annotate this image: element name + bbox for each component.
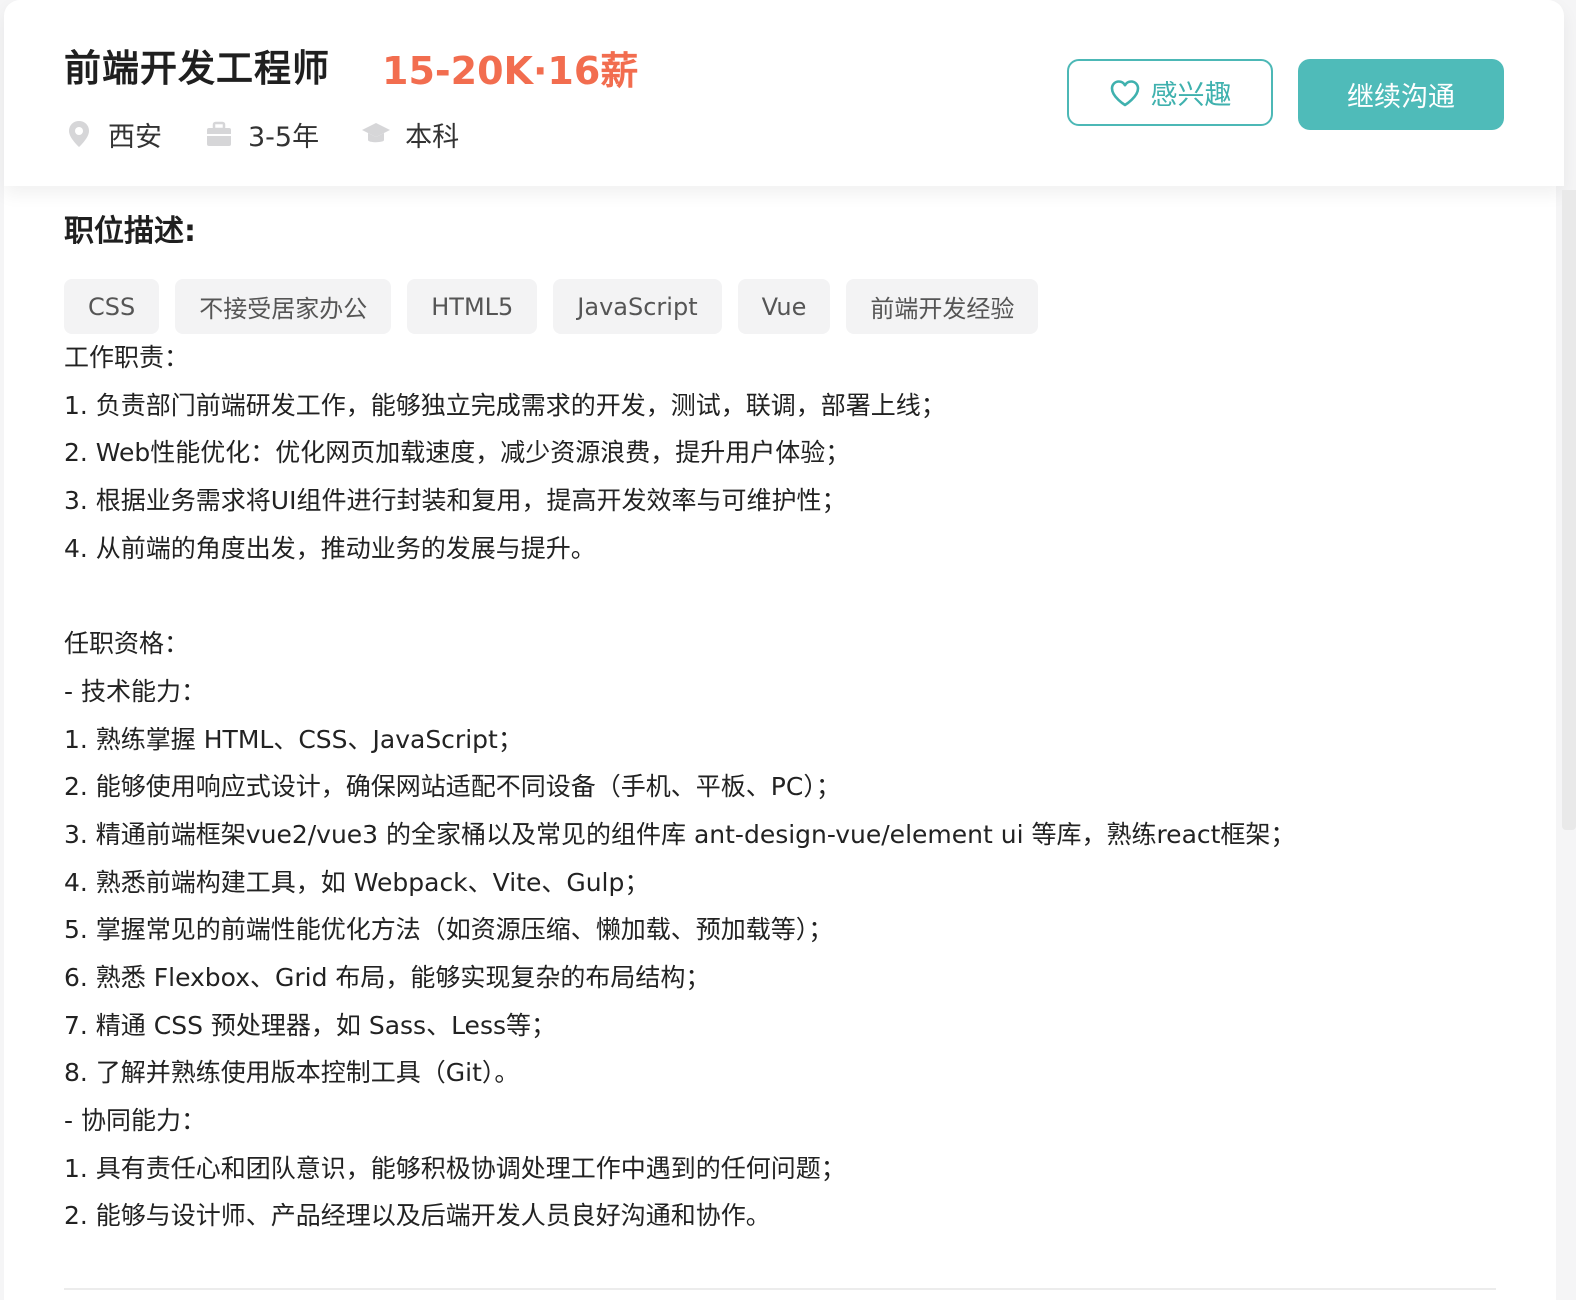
section-title: 职位描述: <box>64 214 196 249</box>
graduation-cap-icon <box>362 123 391 143</box>
interest-button[interactable]: 感兴趣 <box>1067 59 1273 126</box>
skill-tag: Vue <box>737 279 831 334</box>
skill-tag: CSS <box>64 279 160 334</box>
skill-tags: CSS 不接受居家办公 HTML5 JavaScript Vue 前端开发经验 <box>64 279 1054 334</box>
job-title: 前端开发工程师 <box>64 47 330 90</box>
divider <box>64 1288 1496 1290</box>
description-line: 2. 能够与设计师、产品经理以及后端开发人员良好沟通和协作。 <box>64 1201 771 1231</box>
briefcase-icon <box>207 121 231 146</box>
description-line <box>64 572 1544 620</box>
description-line: 任职资格： <box>64 629 190 659</box>
description-line: 5. 掌握常见的前端性能优化方法（如资源压缩、懒加载、预加载等）； <box>64 915 834 945</box>
description-text: 工作职责： 1. 负责部门前端研发工作，能够独立完成需求的开发，测试，联调，部署… <box>64 334 1544 1240</box>
description-line: 4. 从前端的角度出发，推动业务的发展与提升。 <box>64 533 596 563</box>
job-meta: 西安 3-5年 本科 <box>64 114 501 154</box>
job-header: 前端开发工程师 15-20K·16薪 西安 3-5年 本科 感兴趣 继续沟通 <box>4 0 1564 186</box>
continue-chat-button[interactable]: 继续沟通 <box>1298 59 1504 130</box>
description-line: 2. 能够使用响应式设计，确保网站适配不同设备（手机、平板、PC）； <box>64 772 841 802</box>
description-line: 1. 负责部门前端研发工作，能够独立完成需求的开发，测试，联调，部署上线； <box>64 390 946 420</box>
description-line: 7. 精通 CSS 预处理器，如 Sass、Less等； <box>64 1010 556 1040</box>
description-line: 1. 熟练掌握 HTML、CSS、JavaScript； <box>64 724 523 754</box>
education-text: 本科 <box>405 121 460 153</box>
heart-icon <box>1110 79 1139 106</box>
job-description-section: 职位描述: CSS 不接受居家办公 HTML5 JavaScript Vue 前… <box>4 186 1556 1300</box>
skill-tag: 不接受居家办公 <box>175 279 392 334</box>
description-line: 1. 具有责任心和团队意识，能够积极协调处理工作中遇到的任何问题； <box>64 1153 846 1183</box>
description-line: - 协同能力： <box>64 1106 206 1135</box>
skill-tag: 前端开发经验 <box>846 279 1039 334</box>
description-line: 6. 熟悉 Flexbox、Grid 布局，能够实现复杂的布局结构； <box>64 962 711 992</box>
job-detail-page: 前端开发工程师 15-20K·16薪 西安 3-5年 本科 感兴趣 继续沟通 职… <box>0 0 1576 1300</box>
meta-education: 本科 <box>361 115 459 154</box>
description-line: 2. Web性能优化：优化网页加载速度，减少资源浪费，提升用户体验； <box>64 438 851 468</box>
skill-tag: JavaScript <box>553 279 722 334</box>
continue-chat-label: 继续沟通 <box>1347 82 1455 113</box>
description-line: - 技术能力： <box>64 676 206 706</box>
location-text: 西安 <box>108 121 162 153</box>
meta-location: 西安 <box>64 115 162 154</box>
description-line: 工作职责： <box>64 343 190 372</box>
location-pin-icon <box>69 121 89 147</box>
experience-text: 3-5年 <box>248 121 320 153</box>
salary: 15-20K·16薪 <box>382 49 639 93</box>
skill-tag: HTML5 <box>407 279 538 334</box>
interest-label: 感兴趣 <box>1150 80 1232 111</box>
description-line: 3. 根据业务需求将UI组件进行封装和复用，提高开发效率与可维护性； <box>64 486 847 516</box>
scrollbar[interactable] <box>1562 190 1576 830</box>
description-line: 4. 熟悉前端构建工具，如 Webpack、Vite、Gulp； <box>64 867 650 897</box>
description-line: 3. 精通前端框架vue2/vue3 的全家桶以及常见的组件库 ant-desi… <box>64 819 1296 849</box>
meta-experience: 3-5年 <box>204 115 319 154</box>
description-line: 8. 了解并熟练使用版本控制工具（Git）。 <box>64 1058 520 1088</box>
